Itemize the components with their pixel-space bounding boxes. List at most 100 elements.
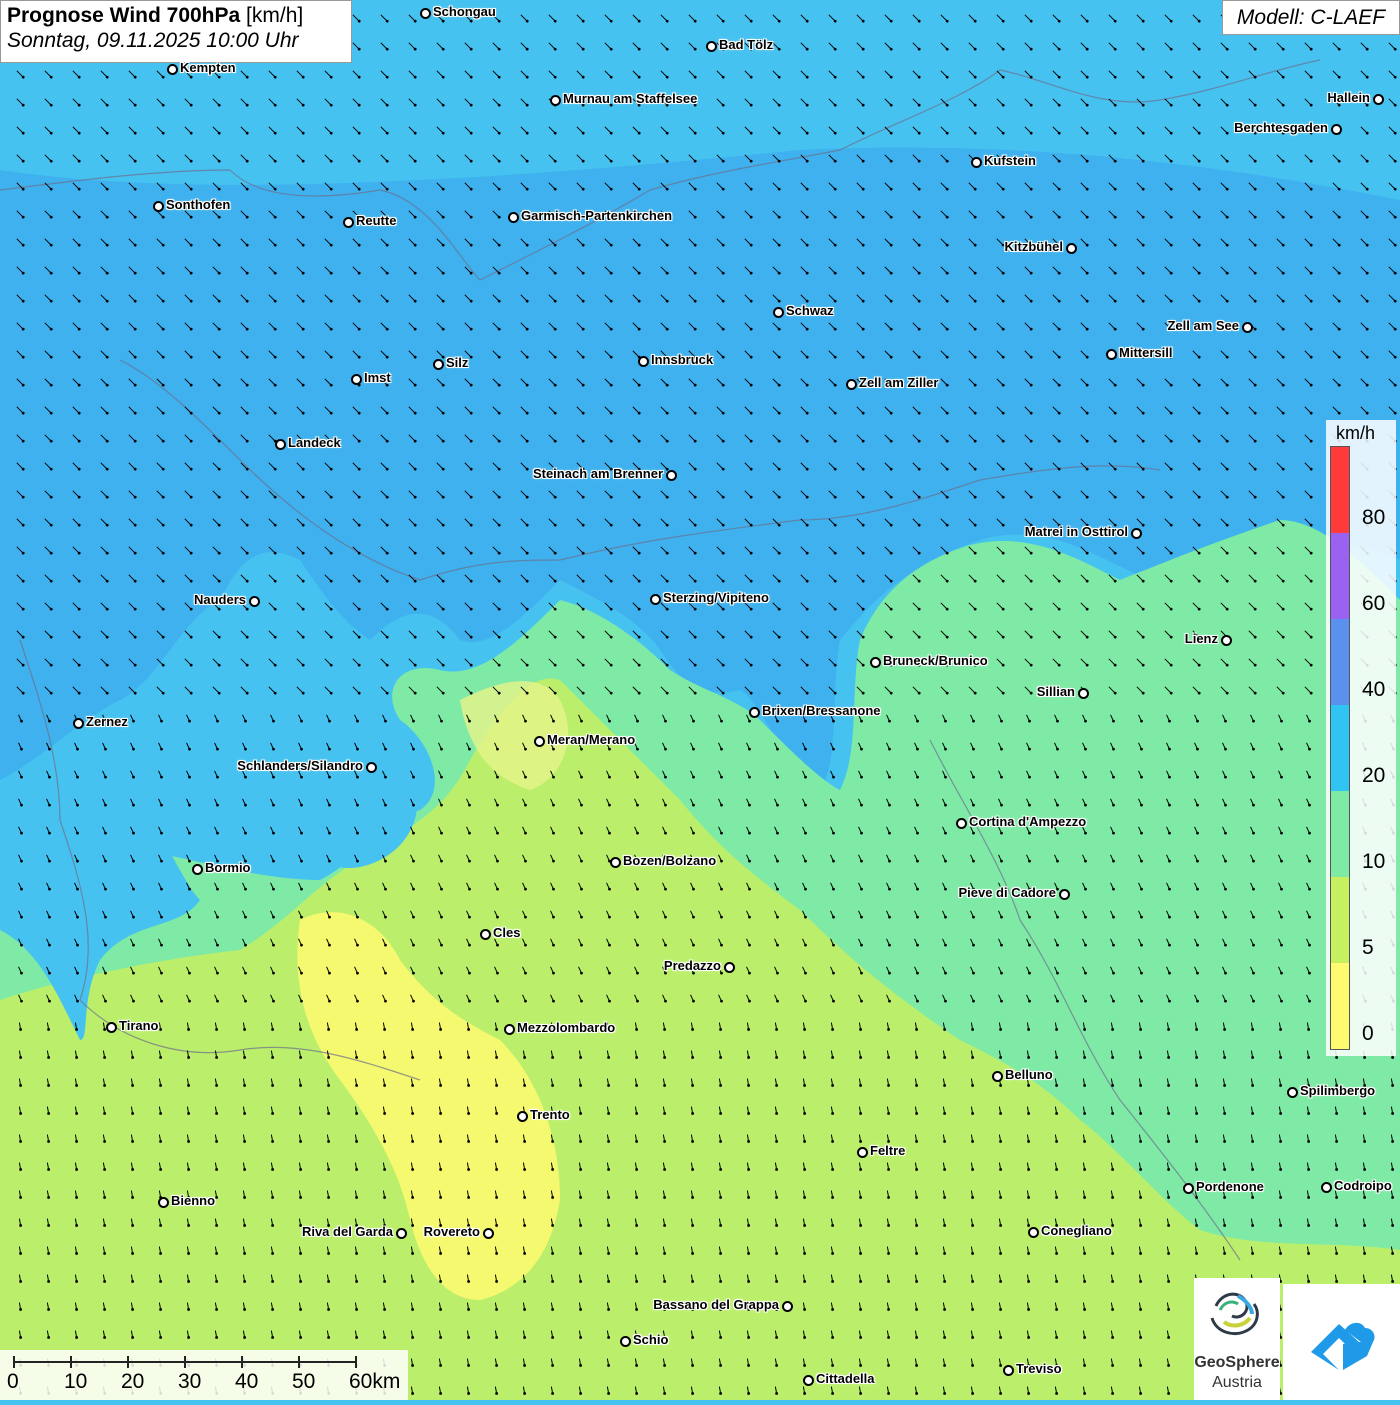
wind-arrow-head: [1307, 1112, 1311, 1115]
wind-arrow-head: [887, 1252, 891, 1255]
wind-arrow-head: [273, 103, 277, 107]
wind-arrow-head: [721, 103, 725, 107]
wind-arrow-head: [1169, 439, 1173, 443]
wind-arrow-head: [217, 691, 221, 695]
wind-arrow-head: [831, 1252, 835, 1255]
wind-arrow-head: [356, 887, 359, 891]
wind-arrow-head: [19, 1056, 23, 1059]
wind-arrow-head: [497, 243, 501, 247]
wind-arrow-head: [945, 635, 949, 639]
wind-arrow-head: [245, 131, 249, 135]
wind-arrow-head: [1085, 663, 1089, 667]
wind-arrow-head: [48, 775, 51, 779]
wind-arrow-head: [245, 187, 249, 191]
wind-arrow-head: [1279, 1168, 1283, 1171]
wind-arrow-head: [1055, 1056, 1059, 1059]
wind-arrow-head: [327, 1168, 331, 1171]
wind-arrow-head: [831, 1308, 835, 1311]
wind-arrow-head: [19, 1308, 23, 1311]
wind-arrow-head: [663, 1224, 667, 1227]
wind-arrow-head: [1253, 495, 1257, 499]
wind-arrow-head: [1001, 327, 1005, 331]
wind-arrow-head: [1363, 1140, 1367, 1143]
wind-arrow-head: [161, 523, 165, 527]
wind-arrow-head: [413, 299, 417, 303]
wind-arrow-head: [132, 803, 135, 807]
wind-arrow-head: [609, 551, 613, 555]
wind-arrow-head: [607, 1252, 611, 1255]
wind-arrow-head: [1365, 187, 1369, 191]
wind-arrow-head: [357, 75, 361, 79]
wind-arrow-head: [1223, 1224, 1227, 1227]
wind-arrow-head: [357, 523, 361, 527]
wind-arrow-head: [1167, 1252, 1171, 1255]
wind-arrow-head: [861, 607, 865, 611]
wind-arrow-head: [105, 523, 109, 527]
wind-arrow-head: [1055, 1028, 1059, 1031]
wind-arrow-head: [21, 411, 25, 415]
wind-arrow-head: [803, 1252, 807, 1255]
wind-arrow-head: [1028, 831, 1031, 835]
wind-arrow-head: [999, 1140, 1003, 1143]
wind-arrow-head: [413, 159, 417, 163]
wind-arrow-head: [495, 1224, 499, 1227]
wind-arrow-head: [1000, 803, 1003, 807]
wind-arrow-head: [469, 355, 473, 359]
wind-arrow-head: [776, 887, 779, 891]
wind-arrow-head: [1251, 1252, 1255, 1255]
wind-arrow-head: [496, 971, 499, 975]
wind-arrow-head: [215, 1112, 219, 1115]
wind-arrow-head: [1001, 607, 1005, 611]
wind-arrow-head: [189, 327, 193, 331]
wind-arrow-head: [1253, 187, 1257, 191]
wind-arrow-head: [105, 75, 109, 79]
wind-arrow-head: [777, 467, 781, 471]
wind-arrow-head: [663, 1168, 667, 1171]
wind-arrow-head: [1281, 299, 1285, 303]
wind-arrow-head: [636, 887, 639, 891]
wind-arrow-head: [916, 719, 919, 723]
wind-arrow-head: [497, 271, 501, 275]
wind-arrow-head: [47, 1224, 51, 1227]
wind-arrow-head: [721, 691, 725, 695]
wind-arrow-head: [189, 75, 193, 79]
wind-arrow-head: [775, 1196, 779, 1199]
wind-arrow-head: [1028, 775, 1031, 779]
wind-arrow-head: [357, 579, 361, 583]
wind-arrow-head: [1084, 719, 1087, 723]
wind-arrow-head: [887, 1112, 891, 1115]
wind-arrow-head: [1056, 719, 1059, 723]
wind-arrow-head: [411, 1084, 415, 1087]
wind-arrow-head: [523, 1308, 527, 1311]
wind-arrow-head: [187, 1308, 191, 1311]
wind-arrow-head: [721, 467, 725, 471]
wind-arrow-head: [1139, 1392, 1143, 1395]
wind-arrow-head: [859, 1336, 863, 1339]
wind-arrow-head: [133, 439, 137, 443]
wind-arrow-head: [1139, 1140, 1143, 1143]
wind-arrow-head: [1195, 1056, 1199, 1059]
wind-arrow-head: [1337, 187, 1341, 191]
wind-arrow-head: [747, 1224, 751, 1227]
wind-arrow-head: [581, 355, 585, 359]
wind-arrow-head: [299, 1168, 303, 1171]
wind-arrow-head: [133, 579, 137, 583]
wind-arrow-head: [692, 915, 695, 919]
wind-arrow-head: [48, 915, 51, 919]
wind-arrow-head: [188, 887, 191, 891]
wind-arrow-head: [469, 467, 473, 471]
wind-arrow-head: [132, 747, 135, 751]
wind-arrow-head: [804, 971, 807, 975]
wind-arrow-head: [413, 495, 417, 499]
wind-arrow-head: [495, 1140, 499, 1143]
wind-arrow-head: [553, 243, 557, 247]
wind-arrow-head: [413, 243, 417, 247]
wind-arrow-head: [357, 299, 361, 303]
wind-arrow-head: [299, 1336, 303, 1339]
wind-arrow-head: [189, 159, 193, 163]
wind-arrow-head: [1307, 1168, 1311, 1171]
wind-arrow-head: [357, 271, 361, 275]
wind-arrow-head: [805, 187, 809, 191]
wind-arrow-head: [637, 187, 641, 191]
wind-arrow-head: [553, 355, 557, 359]
